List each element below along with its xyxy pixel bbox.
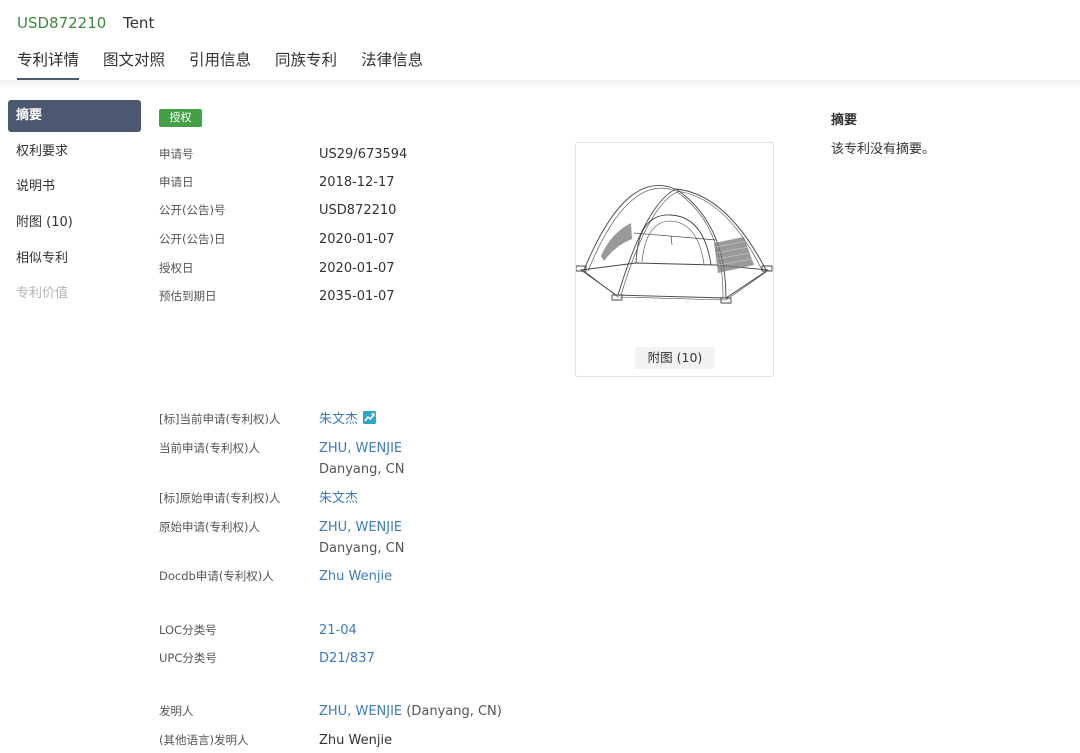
sidebar-item-abstract[interactable]: 摘要 (8, 100, 141, 132)
info-value: 朱文杰 (319, 411, 377, 429)
section-nav: 摘要 权利要求 说明书 附图 (10) 相似专利 专利价值 (8, 100, 141, 314)
info-label: (其他语言)发明人 (159, 733, 249, 747)
original-applicant-location: Danyang, CN (319, 541, 405, 556)
info-value: US29/673594 (319, 147, 408, 162)
tab-figure-text[interactable]: 图文对照 (103, 49, 165, 81)
info-value: Zhu Wenjie (319, 568, 392, 586)
info-label: Docdb申请(专利权)人 (159, 569, 274, 583)
info-label: 预估到期日 (159, 289, 217, 303)
sidebar-item-claims[interactable]: 权利要求 (8, 136, 141, 168)
info-label: LOC分类号 (159, 623, 217, 637)
current-applicant-location: Danyang, CN (319, 462, 405, 477)
info-value: 2020-01-07 (319, 232, 395, 247)
tab-citations[interactable]: 引用信息 (189, 49, 251, 81)
abstract-heading: 摘要 (831, 113, 858, 128)
info-value: USD872210 (319, 203, 397, 218)
tab-family[interactable]: 同族专利 (275, 49, 337, 81)
sidebar-item-description[interactable]: 说明书 (8, 171, 141, 203)
std-current-applicant-link[interactable]: 朱文杰 (319, 412, 358, 427)
info-label: 公开(公告)号 (159, 203, 226, 217)
info-label: 发明人 (159, 704, 194, 718)
info-value: ZHU, WENJIE Danyang, CN (319, 519, 404, 558)
info-value: 2035-01-07 (319, 289, 395, 304)
tab-legal[interactable]: 法律信息 (361, 49, 423, 81)
info-value: 朱文杰 (319, 490, 358, 508)
sidebar-item-figures[interactable]: 附图 (10) (8, 207, 141, 239)
info-value: D21/837 (319, 650, 375, 668)
info-label: UPC分类号 (159, 651, 217, 665)
info-value: ZHU, WENJIE (Danyang, CN) (319, 703, 502, 721)
abstract-text: 该专利没有摘要。 (831, 142, 936, 157)
figure-preview[interactable]: 附图 (10) (575, 142, 774, 377)
info-label: 授权日 (159, 261, 194, 275)
tent-drawing (576, 185, 773, 304)
info-value: 21-04 (319, 622, 357, 640)
info-label: 当前申请(专利权)人 (159, 441, 260, 455)
detail-tabs: 专利详情 图文对照 引用信息 同族专利 法律信息 (17, 49, 447, 81)
current-applicant-link[interactable]: ZHU, WENJIE (319, 441, 402, 456)
info-value: 2020-01-07 (319, 261, 395, 276)
figures-button[interactable]: 附图 (10) (635, 347, 715, 369)
docdb-applicant-link[interactable]: Zhu Wenjie (319, 569, 392, 584)
info-value: 2018-12-17 (319, 175, 395, 190)
info-label: 申请日 (159, 175, 194, 189)
upc-link[interactable]: D21/837 (319, 651, 375, 666)
info-label: [标]当前申请(专利权)人 (159, 412, 281, 426)
std-original-applicant-link[interactable]: 朱文杰 (319, 491, 358, 506)
tabbar-divider (0, 80, 1080, 88)
patent-number: USD872210 (17, 14, 107, 32)
original-applicant-link[interactable]: ZHU, WENJIE (319, 520, 402, 535)
loc-link[interactable]: 21-04 (319, 623, 357, 638)
patent-title-bar: USD872210 Tent (17, 14, 154, 32)
sidebar-item-similar[interactable]: 相似专利 (8, 243, 141, 275)
info-label: 公开(公告)日 (159, 232, 226, 246)
status-badge: 授权 (159, 109, 202, 127)
inventor-link[interactable]: ZHU, WENJIE (319, 704, 402, 719)
info-value: Zhu Wenjie (319, 733, 393, 748)
inventor-location: (Danyang, CN) (406, 704, 502, 719)
patent-title: Tent (123, 14, 155, 32)
sidebar-item-value: 专利价值 (16, 286, 69, 302)
tab-patent-detail[interactable]: 专利详情 (17, 49, 80, 81)
trend-chart-icon[interactable] (363, 411, 377, 424)
info-value: ZHU, WENJIE Danyang, CN (319, 440, 404, 479)
info-label: 申请号 (159, 147, 194, 161)
info-label: 原始申请(专利权)人 (159, 520, 260, 534)
info-label: [标]原始申请(专利权)人 (159, 491, 281, 505)
